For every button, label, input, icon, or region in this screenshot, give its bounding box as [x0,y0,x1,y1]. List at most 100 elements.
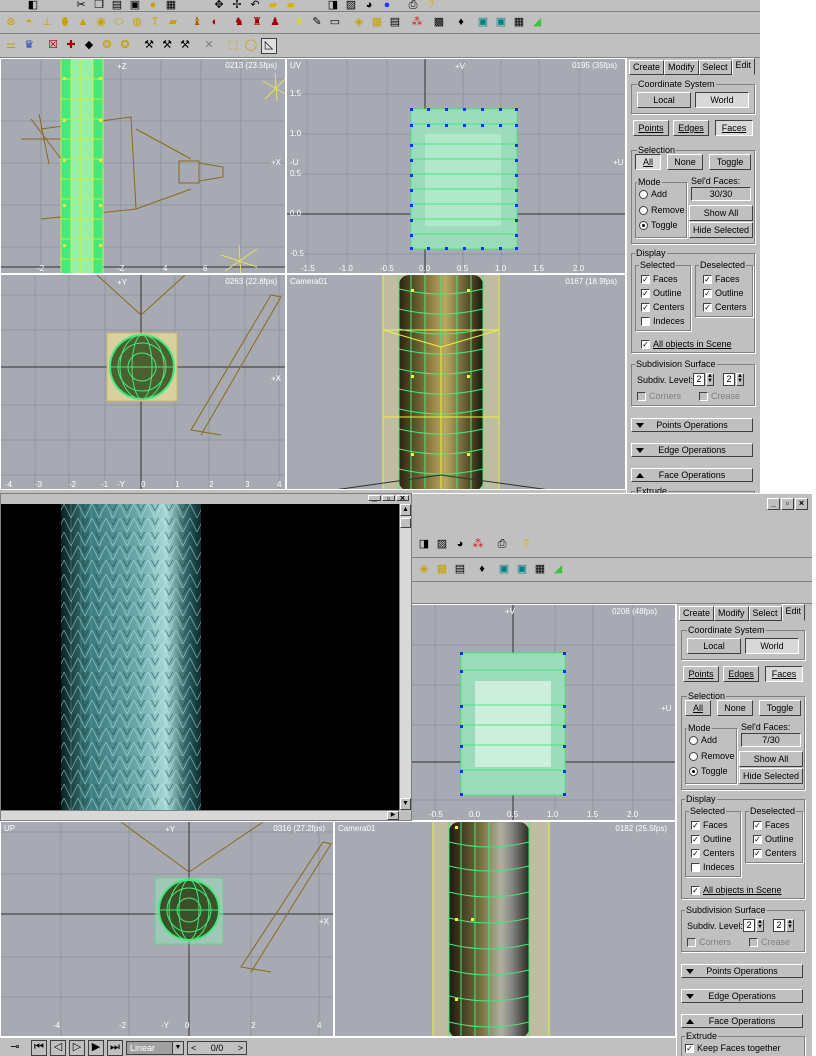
points-operations-rollout[interactable]: Points Operations [681,964,803,978]
desel-centers-checkbox[interactable]: ✓ Centers [703,302,747,312]
points-button[interactable]: Points [683,666,719,682]
spinner-arrows-icon[interactable]: ▲ ▼ [786,919,794,932]
checker-icon[interactable]: ▦ [511,15,527,31]
crease-checkbox[interactable]: Crease [749,937,790,947]
bevel-icon[interactable]: ⚒ [177,38,193,54]
scroll-thumb[interactable] [400,518,411,528]
ik-icon[interactable]: ♟ [267,15,283,31]
spot-light-icon[interactable]: ✎ [309,15,325,31]
faces-button[interactable]: Faces [715,120,753,136]
frame-prev-icon[interactable]: < [191,1043,196,1053]
next-key-icon[interactable]: ▶ [88,1039,104,1056]
close-icon[interactable]: × [795,498,808,510]
crown-icon[interactable]: ♛ [21,38,37,54]
select-all-button[interactable]: All [685,700,711,716]
sel-outline-checkbox[interactable]: ✓ Outline [641,288,682,298]
edges-button[interactable]: Edges [723,666,759,682]
preview-icon[interactable]: ▣ [475,15,491,31]
sweep-icon[interactable]: ⚒ [159,38,175,54]
face-operations-rollout[interactable]: Face Operations [681,1014,803,1028]
hide-selected-button[interactable]: Hide Selected [739,768,803,784]
viewport-front[interactable]: 0263 (22.8fps) +Y +X -Y -4 -3 -2 -1 0 1 … [0,274,286,490]
tab-create[interactable]: Create [629,60,665,75]
local-button[interactable]: Local [637,92,691,108]
faces-button[interactable]: Faces [765,666,803,682]
spray-icon[interactable]: ▤ [387,15,403,31]
sel-faces-checkbox[interactable]: ✓ Faces [691,820,728,830]
axis-icon[interactable]: ⊥ [39,15,55,31]
spinner-arrows-icon[interactable]: ▲ ▼ [706,373,714,386]
paint-icon[interactable]: ♦ [474,562,490,578]
sel-outline-checkbox[interactable]: ✓ Outline [691,834,732,844]
scene-icon[interactable]: ▩ [431,15,447,31]
scroll-right-arrow-icon[interactable]: ▶ [387,811,399,820]
sel-indeces-checkbox[interactable]: Indeces [691,862,735,872]
disabled-icon[interactable]: ✕ [201,38,217,54]
select-toggle-button[interactable]: Toggle [709,154,751,170]
group-icon[interactable]: ⚌ [3,38,19,54]
lamp-icon[interactable]: ◕ [452,537,468,553]
subdiv-level-spinner-b[interactable]: 2 ▲ ▼ [773,919,794,932]
maximize-icon[interactable]: ▫ [781,498,794,510]
show-all-button[interactable]: Show All [689,205,753,221]
render-horizontal-scrollbar[interactable]: ▶ [1,810,399,820]
last-frame-icon[interactable]: ⏭ [107,1039,123,1056]
frame-next-icon[interactable]: > [238,1043,243,1053]
viewport-top[interactable]: 0213 (23.5fps) +Z +X -Z -2 2 4 6 [0,58,286,274]
subdivide-icon[interactable]: ✪ [117,38,133,54]
cross-icon[interactable]: ☒ [45,38,61,54]
drop-icon[interactable]: ⬮ [57,15,73,31]
pyramid-icon[interactable]: ▲ [75,15,91,31]
tab-modify[interactable]: Modify [714,606,749,621]
points-button[interactable]: Points [633,120,669,136]
desel-centers-checkbox[interactable]: ✓ Centers [753,848,797,858]
all-objects-checkbox[interactable]: ✓ All objects in Scene [641,339,732,349]
crease-checkbox[interactable]: Crease [699,391,740,401]
graph-icon[interactable]: ◢ [529,15,545,31]
graph-icon[interactable]: ◢ [550,562,566,578]
light-bulb-icon[interactable]: ☀ [291,15,307,31]
paint-icon[interactable]: ♦ [453,15,469,31]
render-preview-icon[interactable]: ▣ [514,562,530,578]
cylinder-icon[interactable]: ⬭ [111,15,127,31]
viewport2-camera[interactable]: Camera01 0182 (25.5fps) [334,821,676,1037]
first-frame-icon[interactable]: ⏮ [31,1039,47,1056]
pin-icon[interactable]: ✚ [63,38,79,54]
texture-icon[interactable]: ▦ [434,562,450,578]
skeleton-icon[interactable]: ♝ [189,15,205,31]
minimize-icon[interactable]: _ [767,498,780,510]
subdiv-level-spinner-b[interactable]: 2 ▲ ▼ [723,373,744,386]
key-icon[interactable]: ⊸ [2,1040,28,1056]
mode-toggle-radio[interactable]: Toggle [689,766,728,776]
material-shader-icon[interactable]: ◈ [416,562,432,578]
text-tool-icon[interactable]: T [147,15,163,31]
color-balls-icon[interactable]: ⁂ [470,537,486,553]
mode-add-radio[interactable]: Add [689,735,717,745]
box-icon[interactable]: ▰ [165,15,181,31]
edges-button[interactable]: Edges [673,120,709,136]
help-icon[interactable]: ? [518,537,534,553]
preview-icon[interactable]: ▣ [496,562,512,578]
points-operations-rollout[interactable]: Points Operations [631,418,753,432]
world-button[interactable]: World [745,638,799,654]
morph-icon[interactable]: ❂ [99,38,115,54]
keep-faces-together-checkbox[interactable]: ✓ Keep Faces together [685,1043,781,1053]
select-toggle-button[interactable]: Toggle [759,700,801,716]
camera-icon[interactable]: ⎙ [494,537,510,553]
sel-faces-checkbox[interactable]: ✓ Faces [641,274,678,284]
sel-centers-checkbox[interactable]: ✓ Centers [691,848,735,858]
close-icon[interactable]: × [396,494,409,503]
select-none-button[interactable]: None [717,700,753,716]
lasso-icon[interactable]: ◯ [243,38,259,54]
corners-checkbox[interactable]: Corners [687,937,731,947]
render-vertical-scrollbar[interactable]: ▲ ▼ [399,504,411,810]
mode-remove-radio[interactable]: Remove [639,205,685,215]
world-button[interactable]: World [695,92,749,108]
viewport-uv[interactable]: UV 0195 (35fps) +V -U +U 1.5 1.0 0.5 0.0… [286,58,626,274]
frame-counter[interactable]: <0/0 > [187,1040,247,1055]
eraser-icon[interactable]: ▭ [327,15,343,31]
subdiv-level-spinner-a[interactable]: 2 ▲ ▼ [743,919,764,932]
lathe-icon[interactable]: ⚒ [141,38,157,54]
interpolation-select[interactable]: Linear ▼ [126,1040,184,1055]
render-region-icon[interactable]: ◨ [416,537,432,553]
